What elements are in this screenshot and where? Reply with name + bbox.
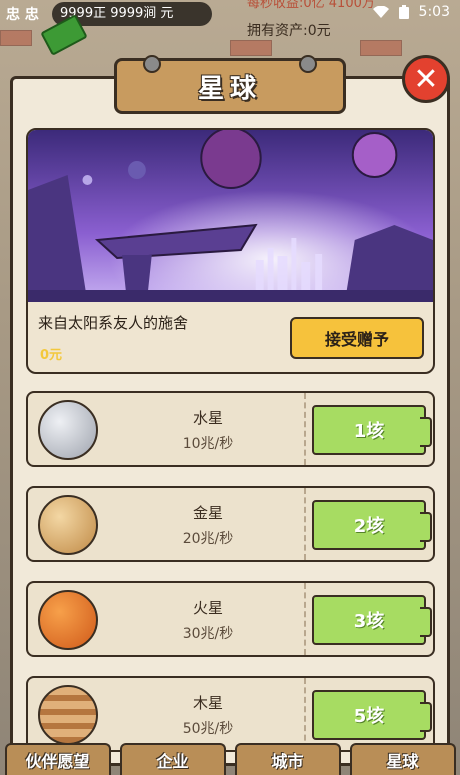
app-tag: 忠 忠 [6,7,39,23]
tab-enterprise[interactable]: 企业 [119,743,226,775]
system-icons: 5:03 [372,4,450,20]
planet-name: 水星 [192,409,223,427]
planet-name: 火星 [192,599,223,617]
jupiter-planet-icon [38,685,98,745]
clock-time: 5:03 [418,4,450,20]
planet-rate: 50兆/秒 [182,721,234,737]
mercury-planet-icon [38,400,98,460]
planet-rate: 10兆/秒 [182,436,234,452]
gift-card: 来自太阳系友人的施舍 0元 接受赠予 [26,128,435,374]
tab-city[interactable]: 城市 [234,743,341,775]
modal-title-board: 星球 [114,55,346,114]
planet-row-jupiter: 木星 50兆/秒 5垓 [26,676,435,752]
close-button[interactable]: ✕ [402,55,450,103]
buy-venus-button[interactable]: 2垓 [312,500,432,550]
owned-assets: 拥有资产:0元 [247,23,331,39]
space-city-illustration [28,130,433,302]
gift-description: 来自太阳系友人的施舍 [38,314,189,332]
planet-name: 木星 [192,694,223,712]
planet-name: 金星 [192,504,223,522]
mars-planet-icon [38,590,98,650]
row-divider [304,583,306,655]
tab-planet[interactable]: 星球 [349,743,456,775]
row-divider [304,678,306,750]
planet-row-venus: 金星 20兆/秒 2垓 [26,486,435,562]
gift-amount: 0元 [40,348,63,363]
tab-partner-wishes[interactable]: 伙伴愿望 [4,743,111,775]
battery-icon [398,5,409,19]
buy-mars-button[interactable]: 3垓 [312,595,432,645]
accept-gift-button[interactable]: 接受赠予 [290,317,424,359]
wifi-icon [372,6,389,18]
planet-rate: 20兆/秒 [182,531,234,547]
pin-icon [143,55,161,73]
planet-rate: 30兆/秒 [182,626,234,642]
venus-planet-icon [38,495,98,555]
pin-icon [299,55,317,73]
row-divider [304,393,306,465]
buy-jupiter-button[interactable]: 5垓 [312,690,432,740]
planet-row-mercury: 水星 10兆/秒 1垓 [26,391,435,467]
row-divider [304,488,306,560]
status-bar: 忠 忠 9999正 9999涧 元 每秒收益:0亿 4100万 拥有资产:0元 … [0,0,460,56]
bottom-tab-bar: 伙伴愿望 企业 城市 星球 [0,743,460,775]
income-per-second: 每秒收益:0亿 4100万 [247,0,375,11]
modal-title: 星球 [197,73,262,104]
planet-row-mars: 火星 30兆/秒 3垓 [26,581,435,657]
close-icon: ✕ [413,61,439,97]
buy-mercury-button[interactable]: 1垓 [312,405,432,455]
